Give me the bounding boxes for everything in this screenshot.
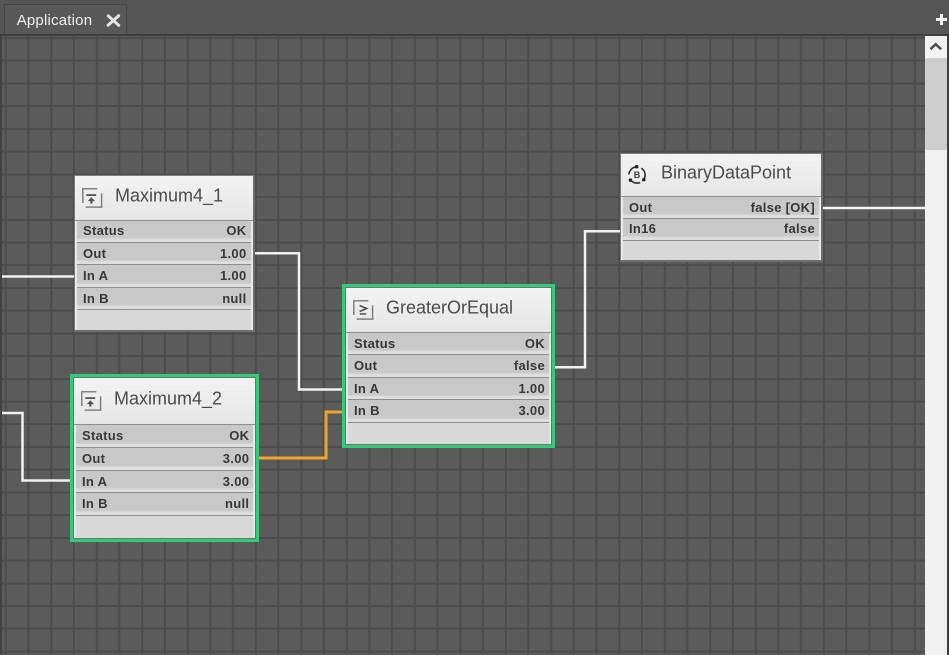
svg-text:B: B (634, 170, 641, 180)
